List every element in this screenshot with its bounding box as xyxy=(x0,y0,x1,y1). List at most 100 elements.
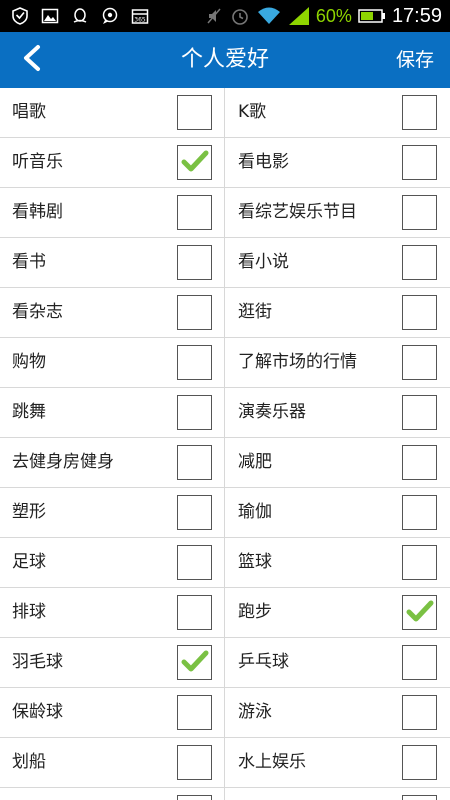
hobby-label: 看小说 xyxy=(238,252,289,272)
hobby-label: 足球 xyxy=(12,552,46,572)
hobby-item[interactable] xyxy=(0,788,225,800)
hobby-checkbox[interactable] xyxy=(177,295,212,330)
hobby-item[interactable]: 保龄球 xyxy=(0,688,225,737)
hobby-checkbox[interactable] xyxy=(402,645,437,680)
hobby-checkbox[interactable] xyxy=(177,495,212,530)
hobby-item[interactable]: 看书 xyxy=(0,238,225,287)
hobby-checkbox[interactable] xyxy=(177,545,212,580)
hobby-checkbox[interactable] xyxy=(177,395,212,430)
hobby-label: 去健身房健身 xyxy=(12,452,114,472)
hobby-checkbox[interactable] xyxy=(177,745,212,780)
hobby-checkbox[interactable] xyxy=(177,445,212,480)
hobby-checkbox[interactable] xyxy=(177,145,212,180)
hobby-label: 篮球 xyxy=(238,552,272,572)
hobby-label: 看电影 xyxy=(238,152,289,172)
hobby-item[interactable]: 乒乓球 xyxy=(225,638,450,687)
hobby-item[interactable]: 看电影 xyxy=(225,138,450,187)
hobby-list[interactable]: 唱歌 K歌 听音乐 看电影 看韩剧 看综艺娱乐节目 看书 看小说 看杂志 逛街 购物 了解市场的行情跳… xyxy=(0,88,450,800)
hobby-checkbox[interactable] xyxy=(402,545,437,580)
battery-percent: 60% xyxy=(315,5,352,26)
hobby-item[interactable]: 听音乐 xyxy=(0,138,225,187)
hobby-label: 听音乐 xyxy=(12,152,63,172)
hobby-item[interactable]: K歌 xyxy=(225,88,450,137)
hobby-row: 购物 了解市场的行情 xyxy=(0,338,450,388)
check-icon xyxy=(181,649,209,677)
hobby-checkbox[interactable] xyxy=(177,645,212,680)
hobby-row: 排球 跑步 xyxy=(0,588,450,638)
hobby-item[interactable]: 看杂志 xyxy=(0,288,225,337)
image-icon xyxy=(40,6,60,26)
hobby-checkbox[interactable] xyxy=(402,695,437,730)
hobby-label: 减肥 xyxy=(238,452,272,472)
hobby-checkbox[interactable] xyxy=(402,745,437,780)
app-header: 个人爱好 保存 xyxy=(0,32,450,88)
hobby-item[interactable]: 游泳 xyxy=(225,688,450,737)
hobby-item[interactable]: 逛街 xyxy=(225,288,450,337)
save-button[interactable]: 保存 xyxy=(396,32,434,88)
hobby-checkbox[interactable] xyxy=(402,445,437,480)
hobby-checkbox[interactable] xyxy=(402,795,437,800)
hobby-label: 跳舞 xyxy=(12,402,46,422)
chat-bubble-icon xyxy=(100,6,120,26)
hobby-label: 逛街 xyxy=(238,302,272,322)
hobby-item[interactable]: 了解市场的行情 xyxy=(225,338,450,387)
hobby-row: 划船 水上娱乐 xyxy=(0,738,450,788)
hobby-item[interactable]: 划船 xyxy=(0,738,225,787)
hobby-item[interactable]: 去健身房健身 xyxy=(0,438,225,487)
hobby-checkbox[interactable] xyxy=(177,95,212,130)
hobby-item[interactable]: 塑形 xyxy=(0,488,225,537)
hobby-item[interactable]: 跑步 xyxy=(225,588,450,637)
hobby-label: 看书 xyxy=(12,252,46,272)
hobby-item[interactable]: 足球 xyxy=(0,538,225,587)
hobby-checkbox[interactable] xyxy=(402,245,437,280)
hobby-checkbox[interactable] xyxy=(402,495,437,530)
hobby-item[interactable]: 排球 xyxy=(0,588,225,637)
hobby-checkbox[interactable] xyxy=(177,345,212,380)
alarm-icon xyxy=(230,6,250,26)
hobby-checkbox[interactable] xyxy=(177,795,212,800)
hobby-item[interactable]: 演奏乐器 xyxy=(225,388,450,437)
hobby-checkbox[interactable] xyxy=(402,595,437,630)
hobby-label: 乒乓球 xyxy=(238,652,289,672)
hobby-checkbox[interactable] xyxy=(177,595,212,630)
hobby-item[interactable]: 唱歌 xyxy=(0,88,225,137)
check-icon xyxy=(181,149,209,177)
hobby-row: 看杂志 逛街 xyxy=(0,288,450,338)
hobby-item[interactable]: 看小说 xyxy=(225,238,450,287)
hobby-item[interactable]: 篮球 xyxy=(225,538,450,587)
hobby-row: 看书 看小说 xyxy=(0,238,450,288)
hobby-item[interactable]: 看综艺娱乐节目 xyxy=(225,188,450,237)
hobby-item[interactable]: 水上娱乐 xyxy=(225,738,450,787)
hobby-item[interactable]: 减肥 xyxy=(225,438,450,487)
hobby-checkbox[interactable] xyxy=(402,95,437,130)
hobby-row: 跳舞 演奏乐器 xyxy=(0,388,450,438)
hobby-item[interactable] xyxy=(225,788,450,800)
hobby-label: 塑形 xyxy=(12,502,46,522)
hobby-checkbox[interactable] xyxy=(402,395,437,430)
page-title: 个人爱好 xyxy=(180,47,269,72)
hobby-checkbox[interactable] xyxy=(177,695,212,730)
hobby-row: 羽毛球 乒乓球 xyxy=(0,638,450,688)
hobby-row: 唱歌 K歌 xyxy=(0,88,450,138)
hobby-row: 听音乐 看电影 xyxy=(0,138,450,188)
hobby-label: 瑜伽 xyxy=(238,502,272,522)
hobby-item[interactable]: 购物 xyxy=(0,338,225,387)
hobby-checkbox[interactable] xyxy=(402,345,437,380)
hobby-checkbox[interactable] xyxy=(177,195,212,230)
hobby-checkbox[interactable] xyxy=(402,295,437,330)
hobby-label: 演奏乐器 xyxy=(238,402,306,422)
hobby-checkbox[interactable] xyxy=(402,145,437,180)
status-bar-notifications: 365 xyxy=(0,0,150,32)
hobby-item[interactable]: 瑜伽 xyxy=(225,488,450,537)
hobby-row: 足球 篮球 xyxy=(0,538,450,588)
hobby-item[interactable]: 看韩剧 xyxy=(0,188,225,237)
hobby-label: 水上娱乐 xyxy=(238,752,306,772)
hobby-item[interactable]: 跳舞 xyxy=(0,388,225,437)
status-bar-system: 60% 17:59 xyxy=(204,0,450,32)
hobby-label: 羽毛球 xyxy=(12,652,63,672)
qq-penguin-icon xyxy=(70,6,90,26)
hobby-item[interactable]: 羽毛球 xyxy=(0,638,225,687)
hobby-checkbox[interactable] xyxy=(177,245,212,280)
hobby-label: 购物 xyxy=(12,352,46,372)
hobby-checkbox[interactable] xyxy=(402,195,437,230)
